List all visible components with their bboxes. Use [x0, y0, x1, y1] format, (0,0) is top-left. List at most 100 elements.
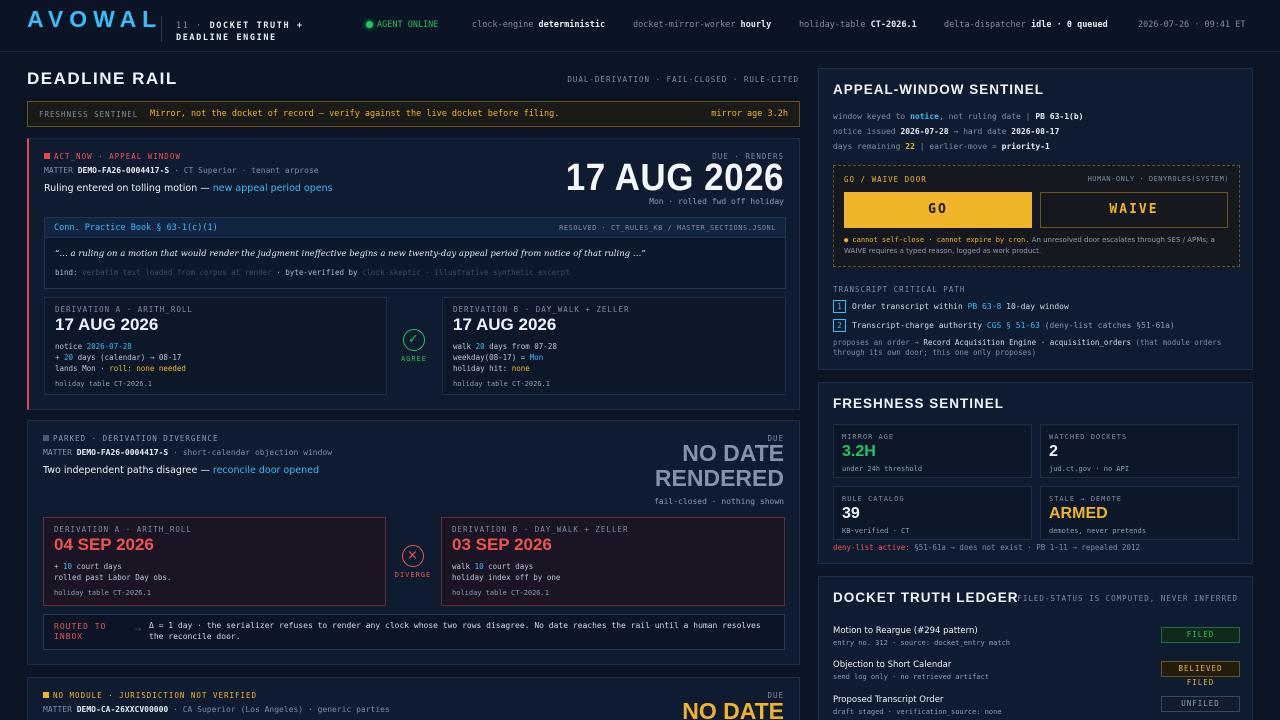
- due-date-sub: fail-closed · nothing shown: [653, 497, 784, 506]
- derivation-label: DERIVATION B · DAY_WALK + ZELLER: [452, 525, 629, 534]
- citation-link[interactable]: Conn. Practice Book § 63-1(c)(1): [54, 223, 218, 233]
- ledger-row[interactable]: Proposed Transcript Order draft staged ·…: [833, 693, 1240, 720]
- agent-status: AGENT ONLINE: [366, 20, 438, 30]
- panel-title: FRESHNESS SENTINEL: [833, 396, 1005, 411]
- no-date-rendered: NO DATE RENDERED: [654, 440, 784, 491]
- arrow-right-icon: →: [134, 625, 142, 635]
- panel-title: DOCKET TRUTH LEDGER: [833, 590, 1019, 605]
- matter-id[interactable]: DEMO-CA-26XXCV00000: [77, 705, 169, 714]
- derivation-date: 17 AUG 2026: [55, 315, 159, 334]
- window-keyed-line: window keyed to notice, not ruling date …: [833, 112, 1084, 121]
- deadline-rail-meta: DUAL-DERIVATION · FAIL-CLOSED · RULE-CIT…: [567, 75, 799, 84]
- citation-bind: bind: verbatim text loaded from corpus a…: [55, 268, 570, 277]
- headline-link[interactable]: new appeal period opens: [213, 183, 333, 194]
- derivation-b: DERIVATION B · DAY_WALK + ZELLER 03 SEP …: [441, 517, 785, 606]
- derivation-date: 03 SEP 2026: [452, 535, 552, 554]
- ledger-row[interactable]: Objection to Short Calendar send log onl…: [833, 658, 1240, 688]
- matter-line: MATTER DEMO-CA-26XXCV00000 · CA Superior…: [43, 705, 390, 714]
- stat-watched-dockets: WATCHED DOCKETS 2 jud.ct.gov · no API: [1040, 424, 1239, 478]
- appeal-window-sentinel: APPEAL-WINDOW SENTINEL window keyed to n…: [818, 68, 1253, 370]
- ledger-meta: FILED-STATUS IS COMPUTED, NEVER INFERRED: [1017, 594, 1238, 603]
- deadline-card-parked[interactable]: PARKED · DERIVATION DIVERGENCE MATTER DE…: [27, 420, 800, 665]
- matter-id[interactable]: DEMO-FA26-0004417-S: [78, 166, 170, 175]
- check-icon: ✓: [403, 329, 425, 351]
- derivation-date: 04 SEP 2026: [54, 535, 154, 554]
- citation-header: Conn. Practice Book § 63-1(c)(1) RESOLVE…: [45, 218, 785, 238]
- stat-rule-catalog: RULE CATALOG 39 KB-verified · CT: [833, 486, 1032, 540]
- deadline-card-no-module[interactable]: NO MODULE · JURISDICTION NOT VERIFIED MA…: [27, 677, 800, 720]
- status-dot-icon: [366, 21, 373, 28]
- deadline-rail-title: DEADLINE RAIL: [27, 69, 178, 88]
- derivation-b: DERIVATION B · DAY_WALK + ZELLER 17 AUG …: [442, 297, 786, 395]
- derivation-footer: holiday table CT-2026.1: [55, 380, 152, 388]
- derivation-footer: holiday table CT-2026.1: [452, 589, 549, 597]
- close-icon: ×: [402, 545, 424, 567]
- headline-link[interactable]: reconcile door opened: [213, 465, 319, 476]
- freshness-banner-label: FRESHNESS SENTINEL: [39, 110, 139, 119]
- mirror-age: mirror age 3.2h: [711, 109, 788, 119]
- holiday-table-status: holiday-table CT-2026.1: [799, 20, 917, 30]
- card-headline: Two independent paths disagree — reconci…: [43, 465, 320, 476]
- status-badge: BELIEVED FILED: [1161, 661, 1240, 687]
- derivation-steps: + 10 court days rolled past Labor Day ob…: [54, 562, 172, 582]
- status-badge: FILED: [1161, 627, 1240, 643]
- derivation-steps: notice 2026-07-28 + 20 days (calendar) →…: [55, 342, 186, 373]
- clock-engine-status: clock-engine deterministic: [472, 20, 606, 30]
- verdict-diverge: × DIVERGE: [390, 545, 436, 579]
- waive-button[interactable]: WAIVE: [1040, 192, 1228, 228]
- go-button[interactable]: GO: [844, 192, 1032, 228]
- delta-dispatcher-status: delta-dispatcher idle · 0 queued: [944, 20, 1108, 30]
- derivation-steps: walk 20 days from 07-28 weekday(08-17) =…: [453, 342, 557, 373]
- verdict-agree: ✓ AGREE: [391, 329, 437, 363]
- header-timestamp: 2026-07-26 · 09:41 ET: [1138, 20, 1246, 30]
- matter-line: MATTER DEMO-FA26-0004417-S · CT Superior…: [44, 166, 319, 175]
- deny-list-line: deny-list active: §51-61a → does not exi…: [833, 543, 1141, 552]
- status-square-icon: [44, 153, 50, 159]
- citation-quote: “… a ruling on a motion that would rende…: [55, 249, 646, 259]
- door-roles: HUMAN-ONLY · DENYROLES(SYSTEM): [1087, 175, 1229, 183]
- matter-id[interactable]: DEMO-FA26-0004417-S: [77, 448, 169, 457]
- rule-citation: Conn. Practice Book § 63-1(c)(1) RESOLVE…: [44, 217, 786, 289]
- derivation-label: DERIVATION B · DAY_WALK + ZELLER: [453, 305, 630, 314]
- card-tag: ACT_NOW · APPEAL WINDOW: [44, 152, 181, 161]
- card-tag: PARKED · DERIVATION DIVERGENCE: [43, 434, 218, 443]
- door-note: ● cannot self-close · cannot expire by c…: [844, 236, 1215, 255]
- card-headline: Ruling entered on tolling motion — new a…: [44, 183, 333, 194]
- derivation-steps: walk 10 court days holiday index off by …: [452, 562, 561, 582]
- derivation-footer: holiday table CT-2026.1: [453, 380, 550, 388]
- derivation-a: DERIVATION A · ARITH_ROLL 04 SEP 2026 + …: [43, 517, 386, 606]
- deadline-card-appeal[interactable]: ACT_NOW · APPEAL WINDOW MATTER DEMO-FA26…: [27, 138, 800, 410]
- derivation-label: DERIVATION A · ARITH_ROLL: [54, 525, 192, 534]
- derivation-date: 17 AUG 2026: [453, 315, 557, 334]
- status-square-icon: [43, 435, 49, 441]
- freshness-banner-message: Mirror, not the docket of record — verif…: [150, 109, 560, 119]
- transcript-path-heading: TRANSCRIPT CRITICAL PATH: [833, 285, 966, 294]
- days-remaining-line: days remaining 22 | earlier-move = prior…: [833, 142, 1050, 151]
- matter-line: MATTER DEMO-FA26-0004417-S · short-calen…: [43, 448, 333, 457]
- transcript-note: proposes an order → Record Acquisition E…: [833, 338, 1222, 357]
- derivation-a: DERIVATION A · ARITH_ROLL 17 AUG 2026 no…: [44, 297, 387, 395]
- routed-text: Δ = 1 day · the serializer refuses to re…: [149, 621, 761, 641]
- module-title: 11 · DOCKET TRUTH + DEADLINE ENGINE: [176, 20, 356, 44]
- docket-truth-ledger: DOCKET TRUTH LEDGER FILED-STATUS IS COMP…: [818, 576, 1253, 720]
- app-logo[interactable]: AVOWAL: [27, 6, 162, 33]
- notice-line: notice issued 2026-07-28 → hard date 202…: [833, 127, 1060, 136]
- panel-title: APPEAL-WINDOW SENTINEL: [833, 82, 1044, 97]
- routed-to-inbox[interactable]: ROUTED TO INBOX → Δ = 1 day · the seriali…: [43, 614, 785, 650]
- routed-label: ROUTED TO INBOX: [54, 622, 107, 641]
- transcript-step-1[interactable]: 1 Order transcript within PB 63-8 10-day …: [833, 300, 1069, 313]
- divider: [161, 16, 162, 42]
- door-label: GO / WAIVE DOOR: [844, 175, 927, 184]
- go-waive-door: GO / WAIVE DOOR HUMAN-ONLY · DENYROLES(S…: [833, 165, 1240, 267]
- derivation-label: DERIVATION A · ARITH_ROLL: [55, 305, 193, 314]
- stat-mirror-age: MIRROR AGE 3.2H under 24h threshold: [833, 424, 1032, 478]
- status-square-icon: [43, 692, 49, 698]
- due-date: 17 AUG 2026: [565, 156, 784, 199]
- citation-source: RESOLVED · CT_RULES_KB / MASTER_SECTIONS…: [559, 224, 776, 232]
- transcript-step-2[interactable]: 2 Transcript-charge authority CGS § 51-63…: [833, 319, 1175, 332]
- due-date-sub: Mon · rolled fwd off holiday: [649, 197, 784, 206]
- top-bar: AVOWAL 11 · DOCKET TRUTH + DEADLINE ENGI…: [0, 0, 1280, 52]
- card-tag: NO MODULE · JURISDICTION NOT VERIFIED: [43, 691, 257, 700]
- mirror-worker-status: docket-mirror-worker hourly: [633, 20, 772, 30]
- ledger-row[interactable]: Motion to Reargue (#294 pattern) entry n…: [833, 624, 1240, 654]
